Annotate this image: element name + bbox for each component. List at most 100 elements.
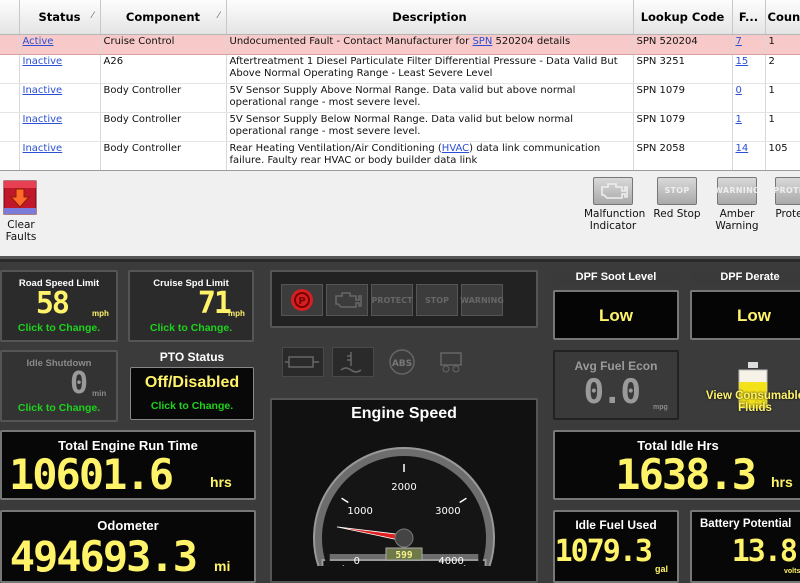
glossary-link[interactable]: HVAC: [442, 143, 469, 154]
sort-icon[interactable]: ⁄: [218, 11, 220, 21]
status-cell[interactable]: Inactive: [19, 112, 101, 142]
status-link[interactable]: Active: [23, 36, 54, 47]
cruise-speed-unit: mph: [228, 309, 245, 318]
amber-warning-label: Amber Warning: [715, 208, 759, 232]
component-cell: A26: [100, 54, 227, 84]
freeze-frame-link[interactable]: 1: [736, 114, 742, 125]
component-cell: Body Controller: [100, 83, 227, 113]
idle-fuel-value: 1079.3: [554, 534, 653, 569]
idle-hours-value: 1638.3: [615, 450, 757, 499]
idle-shutdown-panel[interactable]: Idle Shutdown 0 min Click to Change.: [0, 350, 118, 422]
parking-brake-icon: P: [281, 284, 323, 316]
gauge-tick-label: 2000: [391, 482, 416, 493]
lookup-code-cell: SPN 1079: [633, 112, 733, 142]
idle-shutdown-unit: min: [92, 389, 107, 398]
cruise-speed-limit-value: 71: [197, 286, 232, 321]
f-cell[interactable]: 1: [732, 112, 766, 142]
amber-warning-button[interactable]: WARNING Amber Warning: [712, 177, 762, 232]
dpf-lamp-icon: [282, 347, 324, 377]
row-gutter: [0, 54, 20, 84]
count-cell: 1: [765, 112, 800, 142]
cruise-speed-limit-panel[interactable]: Cruise Spd Limit 71 mph Click to Change.: [128, 270, 254, 342]
row-gutter: [0, 83, 20, 113]
pto-status-value: Off/Disabled: [144, 374, 240, 391]
protect-icon: PROTE: [774, 177, 800, 205]
idle-fuel-unit: gal: [655, 564, 669, 574]
road-speed-unit: mph: [92, 309, 109, 318]
road-speed-change-link[interactable]: Click to Change.: [2, 322, 116, 334]
engine-run-time-unit: hrs: [210, 474, 232, 490]
protect-button[interactable]: PROTE Prote: [774, 177, 800, 220]
engine-speed-title: Engine Speed: [351, 405, 457, 422]
f-cell[interactable]: 7: [732, 34, 766, 55]
glossary-link[interactable]: SPN: [472, 36, 492, 47]
table-header: Status ⁄ Component ⁄ Description Lookup Co…: [0, 0, 800, 35]
table-row[interactable]: Inactive A26 Aftertreatment 1 Diesel Parti…: [0, 54, 800, 84]
cruise-speed-change-link[interactable]: Click to Change.: [130, 322, 252, 334]
gutter-header: [0, 0, 20, 35]
clear-faults-button[interactable]: Clear Faults: [1, 177, 39, 243]
secondary-lamp-strip: ABS: [278, 344, 478, 380]
status-cell[interactable]: Inactive: [19, 54, 101, 84]
gauge-tick-label: 4000: [438, 556, 463, 566]
count-cell: 2: [765, 54, 800, 84]
component-cell: Body Controller: [100, 141, 227, 170]
freeze-frame-link[interactable]: 15: [736, 56, 749, 67]
description-cell: 5V Sensor Supply Above Normal Range. Dat…: [226, 83, 634, 113]
component-cell: Cruise Control: [100, 34, 227, 55]
pto-status-panel[interactable]: PTO Status Off/Disabled Click to Change.: [126, 348, 258, 422]
view-consumable-fluids-button[interactable]: View Consumable Fluids: [700, 360, 800, 420]
pto-status-change-link[interactable]: Click to Change.: [131, 400, 253, 412]
freeze-frame-link[interactable]: 7: [736, 36, 742, 47]
column-header-description[interactable]: Description: [226, 0, 634, 35]
column-header-lookup-code[interactable]: Lookup Code: [633, 0, 733, 35]
gauge-tick-label: 0: [354, 556, 360, 566]
malfunction-indicator-button[interactable]: Malfunction Indicator: [584, 177, 645, 232]
gauge-tick-label: 1000: [347, 506, 372, 517]
freeze-frame-link[interactable]: 14: [736, 143, 749, 154]
lookup-code-cell: SPN 2058: [633, 141, 733, 170]
status-link[interactable]: Inactive: [23, 114, 63, 125]
avg-fuel-econ-value: 0.0: [583, 372, 641, 412]
lookup-code-cell: SPN 1079: [633, 83, 733, 113]
table-row[interactable]: Inactive Body Controller 5V Sensor Supply …: [0, 112, 800, 142]
status-cell[interactable]: Inactive: [19, 141, 101, 170]
protect-label: Prote: [775, 208, 800, 220]
column-header-f[interactable]: F...: [732, 0, 766, 35]
warning-lamp: WARNING: [460, 284, 504, 316]
trailer-abs-icon: [432, 347, 472, 377]
status-cell[interactable]: Active: [19, 34, 101, 55]
freeze-frame-link[interactable]: 0: [736, 85, 742, 96]
idle-hours-unit: hrs: [771, 474, 793, 490]
battery-potential-panel: Battery Potential 13.8 volts: [690, 510, 800, 583]
red-stop-label: Red Stop: [653, 208, 701, 220]
status-link[interactable]: Inactive: [23, 56, 63, 67]
table-row[interactable]: Inactive Body ControllerRear Heating Vent…: [0, 141, 800, 170]
red-stop-button[interactable]: STOP Red Stop: [652, 177, 702, 220]
idle-hours-panel: Total Idle Hrs 1638.3 hrs: [553, 430, 800, 500]
sort-icon[interactable]: ⁄: [92, 11, 94, 21]
description-text: 5V Sensor Supply Above Normal Range. Dat…: [229, 84, 576, 108]
road-speed-limit-panel[interactable]: Road Speed Limit 58 mph Click to Change.: [0, 270, 118, 342]
status-cell[interactable]: Inactive: [19, 83, 101, 113]
clear-faults-icon: [2, 177, 38, 217]
count-cell: 1: [765, 83, 800, 113]
abs-lamp-icon: ABS: [382, 347, 422, 377]
pto-status-title: PTO Status: [159, 350, 225, 364]
f-cell[interactable]: 14: [732, 141, 766, 170]
column-header-status[interactable]: Status ⁄: [19, 0, 101, 35]
lookup-code-cell: SPN 3251: [633, 54, 733, 84]
status-link[interactable]: Inactive: [23, 143, 63, 154]
f-cell[interactable]: 15: [732, 54, 766, 84]
battery-potential-unit: volts: [784, 568, 800, 575]
table-row[interactable]: Inactive Body Controller 5V Sensor Supply …: [0, 83, 800, 113]
idle-shutdown-change-link[interactable]: Click to Change.: [2, 402, 116, 414]
table-row[interactable]: Active Cruise Control Undocumented Fault -…: [0, 34, 800, 55]
status-link[interactable]: Inactive: [23, 85, 63, 96]
f-cell[interactable]: 0: [732, 83, 766, 113]
row-gutter: [0, 34, 20, 55]
column-header-component[interactable]: Component ⁄: [100, 0, 227, 35]
protect-lamp: PROTECT: [371, 284, 413, 316]
column-header-count[interactable]: Count: [765, 0, 800, 35]
clear-faults-label: Clear Faults: [5, 219, 37, 243]
